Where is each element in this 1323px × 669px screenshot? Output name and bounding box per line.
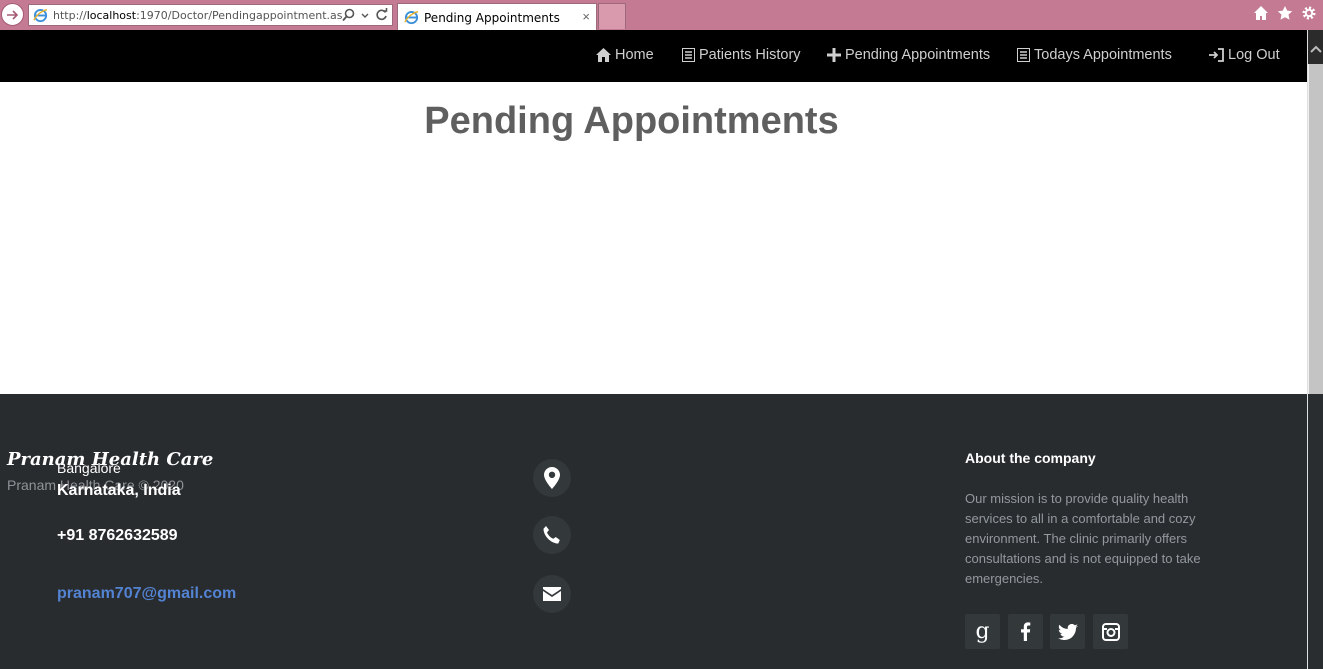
nav-todays-appointments-label: Todays Appointments: [1034, 47, 1172, 63]
navbar: Home Patients History Pending Appointmen…: [0, 30, 1307, 82]
footer-email-link[interactable]: pranam707@gmail.com: [57, 585, 236, 603]
map-marker-icon: [533, 459, 571, 497]
instagram-icon[interactable]: [1093, 614, 1128, 649]
nav-log-out[interactable]: Log Out: [1209, 47, 1280, 63]
phone-icon: [533, 516, 571, 554]
address-bar[interactable]: http://localhost:1970/Doctor/Pendingappo…: [28, 4, 393, 26]
star-icon[interactable]: [1277, 5, 1293, 21]
twitter-icon[interactable]: [1050, 614, 1085, 649]
new-tab-button[interactable]: [598, 3, 626, 29]
ie-icon: [33, 8, 48, 23]
refresh-icon[interactable]: [375, 8, 388, 22]
list-icon: [682, 48, 695, 62]
chevron-down-icon[interactable]: [361, 8, 369, 22]
footer-phone: +91 8762632589: [57, 527, 178, 544]
url-prefix: http://: [53, 9, 87, 22]
nav-patients-history[interactable]: Patients History: [682, 47, 801, 63]
scroll-track-lower: [1308, 394, 1323, 669]
nav-todays-appointments[interactable]: Todays Appointments: [1017, 47, 1172, 63]
page-title: Pending Appointments: [424, 100, 839, 142]
envelope-icon: [533, 575, 571, 613]
chevron-up-icon: [1310, 45, 1322, 53]
about-title: About the company: [965, 450, 1096, 466]
vertical-scrollbar[interactable]: [1307, 30, 1323, 669]
back-button[interactable]: [1, 3, 24, 26]
nav-log-out-label: Log Out: [1228, 47, 1280, 63]
gear-icon[interactable]: [1301, 5, 1317, 21]
nav-patients-history-label: Patients History: [699, 47, 801, 63]
browser-tab[interactable]: Pending Appointments ×: [397, 3, 597, 30]
nav-home[interactable]: Home: [596, 47, 654, 63]
home-icon: [596, 48, 611, 62]
nav-pending-appointments[interactable]: Pending Appointments: [827, 47, 990, 63]
scroll-up-button[interactable]: [1308, 30, 1323, 64]
browser-chrome: http://localhost:1970/Doctor/Pendingappo…: [0, 0, 1323, 30]
close-tab-icon[interactable]: ×: [582, 9, 590, 24]
plus-icon: [827, 48, 841, 62]
url-host: localhost: [86, 9, 137, 22]
about-text: Our mission is to provide quality health…: [965, 491, 1201, 586]
footer: Pranam Health Care Pranam Health Care © …: [0, 394, 1307, 669]
search-icon[interactable]: [342, 8, 355, 22]
google-icon[interactable]: g: [965, 614, 1000, 649]
log-in-icon: [1209, 48, 1224, 62]
footer-city: Bangalore: [57, 460, 121, 476]
footer-state: Karnataka, India: [57, 482, 181, 499]
tab-title: Pending Appointments: [424, 11, 560, 25]
url-text[interactable]: http://localhost:1970/Doctor/Pendingappo…: [53, 9, 343, 22]
ie-icon: [404, 10, 419, 25]
arrow-right-icon: [7, 10, 19, 20]
scroll-thumb[interactable]: [1309, 64, 1323, 394]
facebook-icon[interactable]: [1008, 614, 1043, 649]
main-content: Pending Appointments: [0, 82, 1307, 394]
url-path: :1970/Doctor/Pendingappointment.asp: [136, 9, 343, 22]
list-icon: [1017, 48, 1030, 62]
nav-pending-appointments-label: Pending Appointments: [845, 47, 991, 63]
nav-home-label: Home: [615, 47, 654, 63]
home-icon[interactable]: [1253, 5, 1269, 21]
